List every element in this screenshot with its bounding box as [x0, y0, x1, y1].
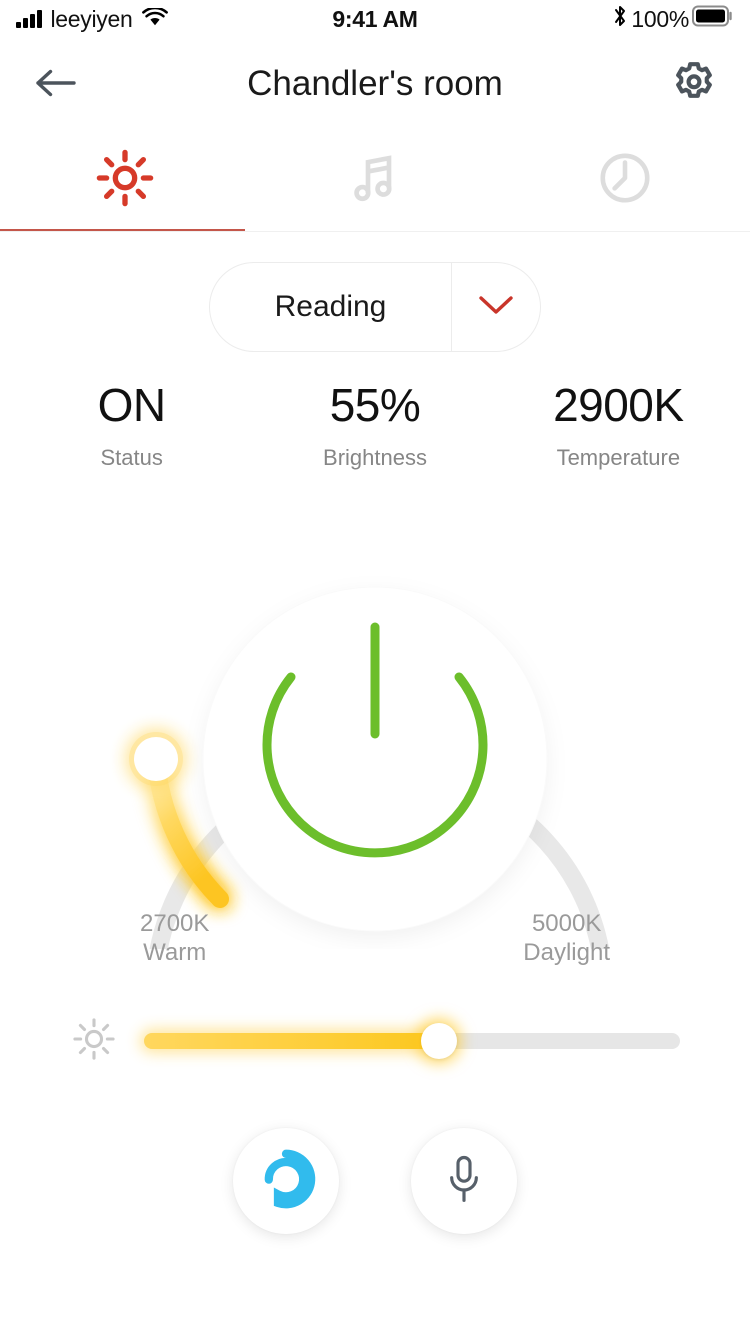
tab-timer[interactable] [500, 130, 750, 231]
brightness-slider[interactable] [144, 1023, 680, 1060]
dial-range-labels: 2700K Warm 5000K Daylight [0, 909, 750, 968]
alexa-icon [255, 1148, 317, 1213]
back-arrow-icon [33, 66, 79, 103]
dial-min-kelvin: 2700K [140, 909, 210, 937]
status-bar-right: 100% [418, 4, 734, 34]
chevron-down-icon [476, 292, 516, 323]
dial-max-name: Daylight [523, 938, 610, 966]
dial-min-name: Warm [143, 938, 207, 966]
dial-max-label: 5000K Daylight [523, 909, 610, 968]
temperature-value: 2900K [553, 379, 684, 431]
back-button[interactable] [26, 54, 86, 114]
tab-music[interactable] [250, 130, 500, 231]
battery-full-icon [692, 5, 734, 33]
alexa-button[interactable] [233, 1127, 339, 1234]
scene-dropdown-toggle[interactable] [452, 263, 540, 351]
gear-icon [670, 59, 718, 110]
page-title: Chandler's room [247, 64, 503, 103]
stat-temperature: 2900K Temperature [497, 380, 740, 471]
microphone-icon [442, 1154, 486, 1207]
nav-bar: Chandler's room [0, 38, 750, 130]
brightness-slider-fill [144, 1033, 439, 1050]
brightness-slider-knob[interactable] [420, 1023, 457, 1060]
bluetooth-icon [612, 4, 628, 34]
dial-min-label: 2700K Warm [140, 909, 209, 968]
stat-brightness: 55% Brightness [253, 380, 496, 471]
settings-button[interactable] [664, 54, 724, 114]
dial-knob-handle[interactable] [129, 731, 183, 786]
status-bar-center: 9:41 AM [332, 5, 418, 33]
brightness-sun-icon [72, 1017, 116, 1066]
dial-graphic[interactable] [0, 509, 750, 949]
clock-time: 9:41 AM [332, 5, 418, 32]
tab-bar [0, 130, 750, 232]
microphone-button[interactable] [411, 1127, 517, 1234]
scene-name-label[interactable]: Reading [210, 263, 452, 351]
temperature-dial[interactable]: 2700K Warm 5000K Daylight [0, 509, 750, 966]
status-bar: leeyiyen 9:41 AM 100% [0, 0, 750, 38]
status-label: Status [100, 444, 163, 470]
status-bar-left: leeyiyen [16, 6, 332, 33]
music-note-icon [347, 150, 403, 211]
carrier-label: leeyiyen [50, 5, 133, 32]
clock-icon [596, 149, 654, 212]
status-value: ON [97, 379, 167, 431]
sun-icon [96, 149, 154, 212]
brightness-label: Brightness [323, 444, 427, 470]
dial-max-kelvin: 5000K [531, 909, 602, 937]
brightness-slider-row [0, 1017, 750, 1066]
battery-percent-label: 100% [631, 5, 689, 32]
stats-row: ON Status 55% Brightness 2900K Temperatu… [0, 380, 750, 471]
scene-selector-row: Reading [0, 262, 750, 352]
active-tab-indicator [0, 229, 245, 231]
temperature-label: Temperature [556, 444, 681, 470]
scene-dropdown[interactable]: Reading [209, 262, 541, 352]
stat-status: ON Status [10, 380, 253, 471]
brightness-value: 55% [329, 379, 421, 431]
voice-control-row [0, 1127, 750, 1234]
cellular-signal-icon [16, 10, 42, 28]
tab-light[interactable] [0, 130, 250, 231]
wifi-icon [141, 6, 168, 33]
